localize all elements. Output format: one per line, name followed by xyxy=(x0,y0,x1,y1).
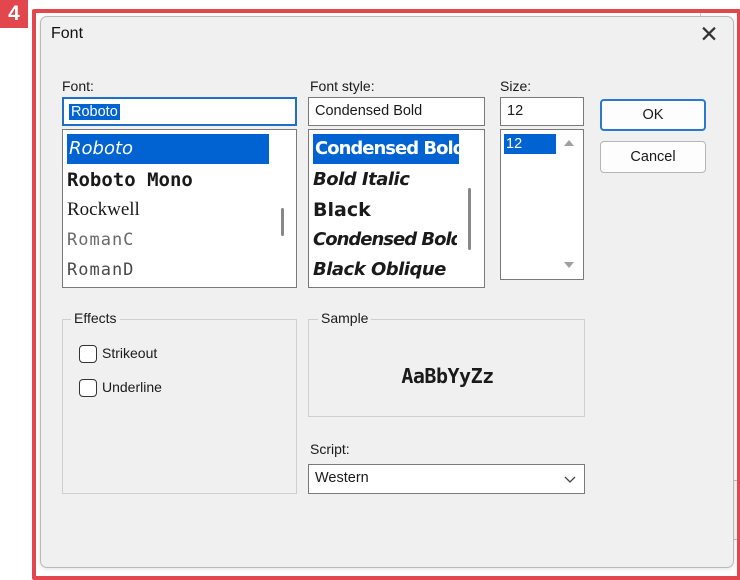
highlight-frame xyxy=(32,9,740,580)
step-badge: 4 xyxy=(0,0,28,28)
